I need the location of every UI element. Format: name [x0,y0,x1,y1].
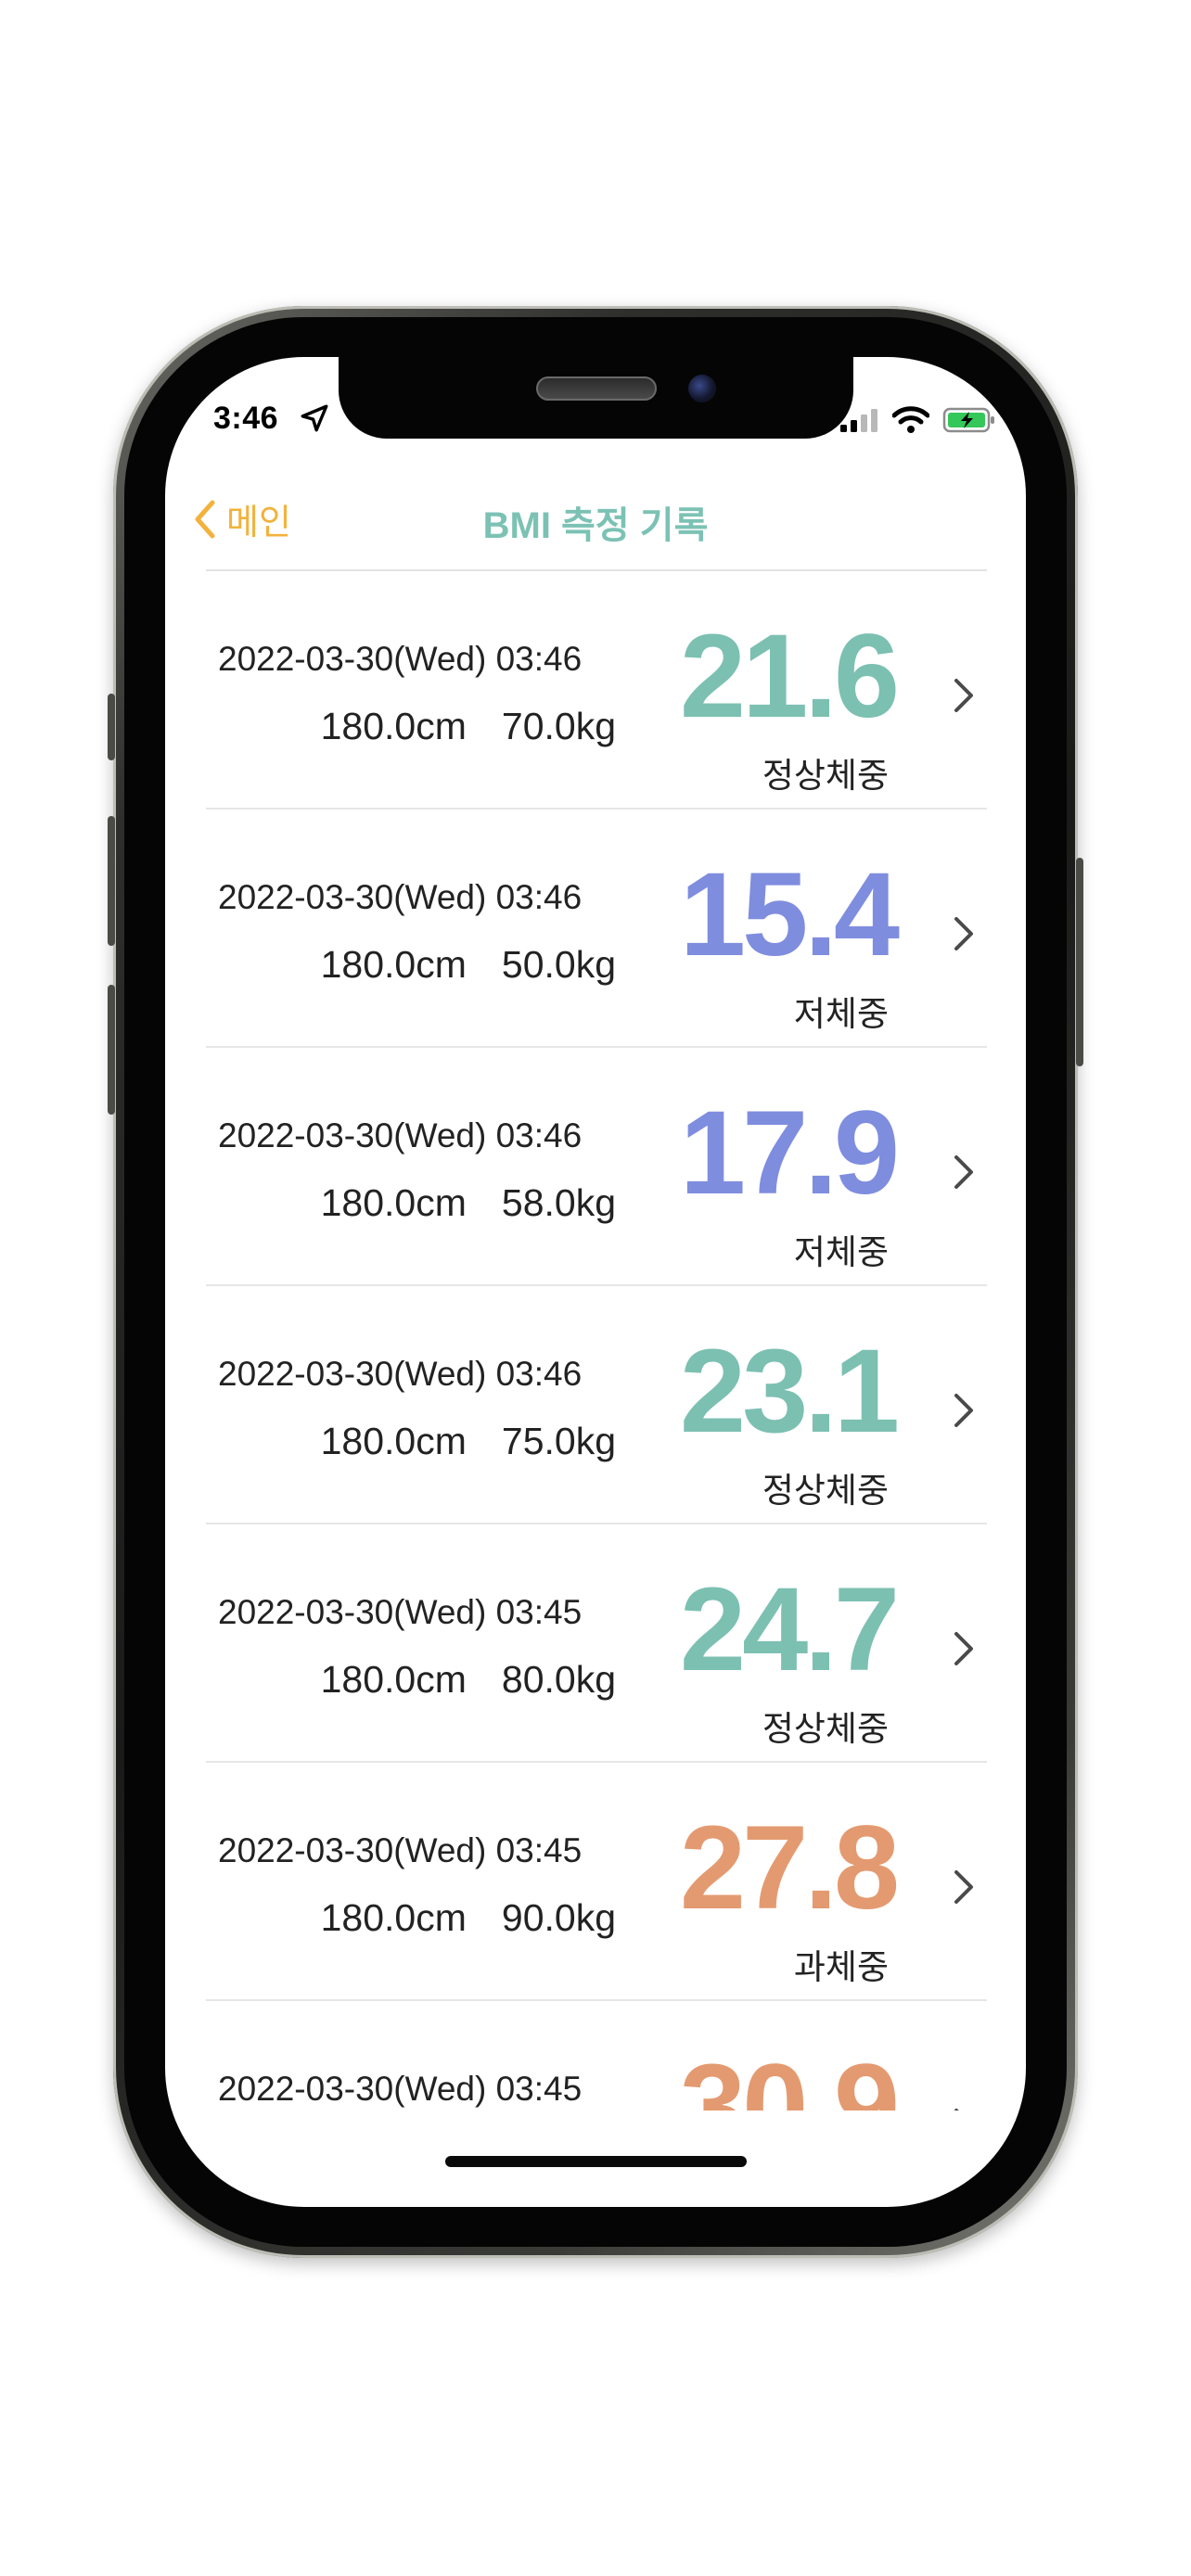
record-datetime: 2022-03-30(Wed) 03:46 [218,1355,583,1393]
record-category: 과체중 [793,1948,889,1986]
bmi-record-row[interactable]: 2022-03-30(Wed) 03:45 180.0cm 90.0kg 27.8… [165,1763,1026,2001]
record-height: 180.0cm [320,1181,467,1224]
record-category: 저체중 [793,995,889,1033]
record-bmi-value: 21.6 [679,610,900,743]
record-weight: 75.0kg [501,1420,616,1462]
record-measurements: 180.0cm 80.0kg [321,1658,616,1702]
record-measurements: 180.0cm 90.0kg [321,1896,616,1940]
location-arrow-icon [301,404,328,432]
record-measurements: 180.0cm 70.0kg [321,705,616,748]
record-bmi-value: 27.8 [679,1802,900,1934]
record-weight: 58.0kg [501,1181,616,1224]
record-weight: 70.0kg [501,705,616,747]
record-height: 180.0cm [320,1658,467,1701]
wifi-icon [892,406,929,433]
bmi-record-row[interactable]: 2022-03-30(Wed) 03:45 180.0cm 80.0kg 24.7… [165,1524,1026,1763]
record-height: 180.0cm [320,943,467,986]
status-icons [840,406,996,434]
record-category: 저체중 [793,1233,889,1271]
chevron-right-icon [954,1155,973,1189]
chevron-right-icon [954,679,973,712]
record-measurements: 180.0cm 50.0kg [321,943,616,987]
record-measurements: 180.0cm 75.0kg [321,1420,616,1463]
page-title: BMI 측정 기록 [482,505,709,546]
bmi-record-row[interactable]: 2022-03-30(Wed) 03:45 30.9 [165,2001,1026,2111]
record-datetime: 2022-03-30(Wed) 03:45 [218,1831,583,1869]
record-bmi-value: 30.9 [679,2040,900,2111]
record-weight: 50.0kg [501,943,616,986]
chevron-right-icon [954,1632,973,1665]
chevron-right-icon [954,1870,973,1904]
record-weight: 90.0kg [501,1896,616,1939]
stage: 3:46 메인 BMI 측정 기록 2022-03-30(Wed) 03:46 … [0,0,1191,2576]
record-category: 정상체중 [762,757,889,795]
record-bmi-value: 17.9 [679,1087,900,1219]
cellular-signal-icon [840,409,877,432]
home-indicator[interactable] [445,2156,747,2167]
battery-charging-icon [942,407,994,433]
record-bmi-value: 15.4 [679,848,900,981]
record-datetime: 2022-03-30(Wed) 03:46 [218,878,583,916]
bmi-record-row[interactable]: 2022-03-30(Wed) 03:46 180.0cm 75.0kg 23.1… [165,1286,1026,1524]
chevron-right-icon [954,2109,959,2111]
record-weight: 80.0kg [501,1658,616,1701]
front-camera [688,375,716,402]
record-datetime: 2022-03-30(Wed) 03:45 [218,1593,583,1631]
record-measurements: 180.0cm 58.0kg [321,1181,616,1225]
record-category: 정상체중 [762,1472,889,1510]
navigation-bar: 메인 BMI 측정 기록 [165,482,1026,575]
power-button [1076,858,1083,1066]
record-height: 180.0cm [320,1896,467,1939]
record-height: 180.0cm [320,705,467,747]
record-bmi-value: 23.1 [679,1325,900,1458]
record-datetime: 2022-03-30(Wed) 03:46 [218,1116,583,1154]
bmi-record-row[interactable]: 2022-03-30(Wed) 03:46 180.0cm 58.0kg 17.9… [165,1048,1026,1286]
chevron-right-icon [954,917,973,950]
bmi-record-list[interactable]: 2022-03-30(Wed) 03:46 180.0cm 70.0kg 21.6… [165,571,1026,2111]
record-height: 180.0cm [320,1420,467,1462]
volume-up-button [108,816,115,946]
earpiece-speaker [536,376,657,401]
record-bmi-value: 24.7 [679,1563,900,1696]
bmi-record-row[interactable]: 2022-03-30(Wed) 03:46 180.0cm 70.0kg 21.6… [165,571,1026,810]
silent-switch [108,694,115,760]
record-category: 정상체중 [762,1710,889,1748]
record-datetime: 2022-03-30(Wed) 03:46 [218,640,583,678]
bmi-record-row[interactable]: 2022-03-30(Wed) 03:46 180.0cm 50.0kg 15.4… [165,810,1026,1048]
record-datetime: 2022-03-30(Wed) 03:45 [218,2070,583,2108]
status-time: 3:46 [213,401,279,436]
chevron-right-icon [954,1394,973,1427]
volume-down-button [108,985,115,1115]
